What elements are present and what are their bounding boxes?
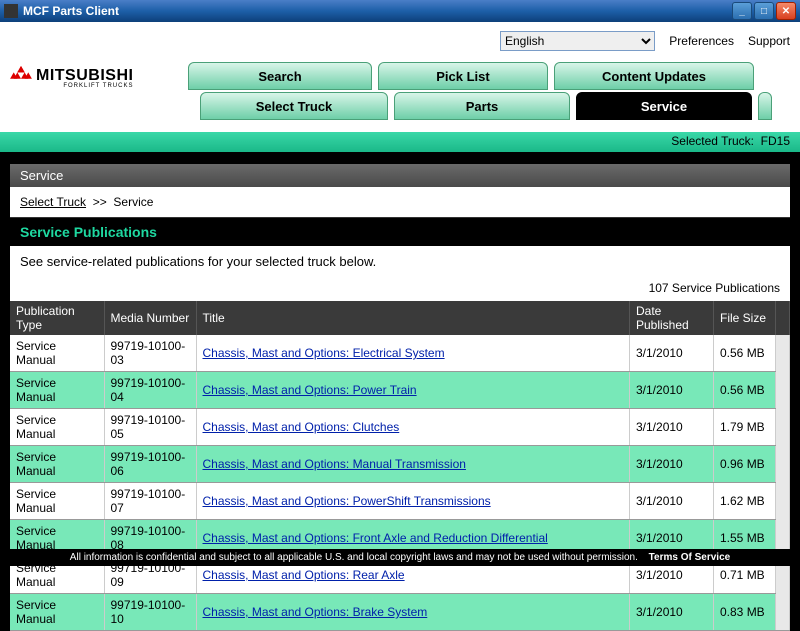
publications-table: Publication Type Media Number Title Date… bbox=[10, 301, 790, 631]
cell-date: 3/1/2010 bbox=[630, 483, 714, 520]
footer: All information is confidential and subj… bbox=[0, 549, 800, 566]
maximize-button[interactable]: □ bbox=[754, 2, 774, 20]
table-row[interactable]: Service Manual99719-10100-06 Chassis, Mas… bbox=[10, 446, 790, 483]
cell-filesize: 0.56 MB bbox=[714, 335, 776, 372]
cell-media-number: 99719-10100-05 bbox=[104, 409, 196, 446]
cell-title: Chassis, Mast and Options: Power Train bbox=[196, 372, 630, 409]
cell-filesize: 1.79 MB bbox=[714, 409, 776, 446]
cell-filesize: 0.56 MB bbox=[714, 372, 776, 409]
breadcrumb: Select Truck >> Service bbox=[10, 187, 790, 217]
cell-publication-type: Service Manual bbox=[10, 372, 104, 409]
cell-media-number: 99719-10100-04 bbox=[104, 372, 196, 409]
title-bar: MCF Parts Client _ □ ✕ bbox=[0, 0, 800, 22]
table-row[interactable]: Service Manual99719-10100-04 Chassis, Mas… bbox=[10, 372, 790, 409]
tab-overflow[interactable] bbox=[758, 92, 772, 120]
scrollbar[interactable] bbox=[776, 335, 790, 631]
tab-pick-list[interactable]: Pick List bbox=[378, 62, 548, 90]
tab-service[interactable]: Service bbox=[576, 92, 752, 120]
publication-link[interactable]: Chassis, Mast and Options: Brake System bbox=[203, 605, 428, 619]
preferences-link[interactable]: Preferences bbox=[669, 34, 734, 48]
cell-title: Chassis, Mast and Options: Manual Transm… bbox=[196, 446, 630, 483]
cell-media-number: 99719-10100-03 bbox=[104, 335, 196, 372]
cell-media-number: 99719-10100-10 bbox=[104, 594, 196, 631]
selected-truck-value: FD15 bbox=[761, 134, 790, 148]
table-row[interactable]: Service Manual99719-10100-05 Chassis, Mas… bbox=[10, 409, 790, 446]
panel-title: Service bbox=[10, 164, 790, 187]
section-header: Service Publications bbox=[10, 217, 790, 246]
cell-filesize: 0.96 MB bbox=[714, 446, 776, 483]
table-row[interactable]: Service Manual99719-10100-10 Chassis, Mas… bbox=[10, 594, 790, 631]
cell-publication-type: Service Manual bbox=[10, 335, 104, 372]
cell-date: 3/1/2010 bbox=[630, 409, 714, 446]
cell-publication-type: Service Manual bbox=[10, 594, 104, 631]
col-publication-type[interactable]: Publication Type bbox=[10, 301, 104, 335]
footer-text: All information is confidential and subj… bbox=[70, 552, 638, 563]
app-icon bbox=[4, 4, 18, 18]
selected-truck-label: Selected Truck: bbox=[671, 134, 754, 148]
cell-filesize: 0.83 MB bbox=[714, 594, 776, 631]
window-title: MCF Parts Client bbox=[23, 4, 730, 18]
cell-filesize: 1.62 MB bbox=[714, 483, 776, 520]
logo-brand-text: MITSUBISHI bbox=[36, 67, 133, 85]
minimize-button[interactable]: _ bbox=[732, 2, 752, 20]
language-select[interactable]: English bbox=[500, 31, 655, 51]
col-date-published[interactable]: Date Published bbox=[630, 301, 714, 335]
publication-link[interactable]: Chassis, Mast and Options: Manual Transm… bbox=[203, 457, 466, 471]
table-row[interactable]: Service Manual99719-10100-03 Chassis, Mas… bbox=[10, 335, 790, 372]
cell-title: Chassis, Mast and Options: PowerShift Tr… bbox=[196, 483, 630, 520]
cell-title: Chassis, Mast and Options: Electrical Sy… bbox=[196, 335, 630, 372]
cell-date: 3/1/2010 bbox=[630, 335, 714, 372]
scrollbar-header bbox=[776, 301, 790, 335]
tab-content-updates[interactable]: Content Updates bbox=[554, 62, 754, 90]
cell-publication-type: Service Manual bbox=[10, 483, 104, 520]
cell-title: Chassis, Mast and Options: Brake System bbox=[196, 594, 630, 631]
tab-parts[interactable]: Parts bbox=[394, 92, 570, 120]
logo: MITSUBISHI FORKLIFT TRUCKS bbox=[10, 62, 180, 89]
tab-select-truck[interactable]: Select Truck bbox=[200, 92, 388, 120]
publication-count: 107 Service Publications bbox=[10, 277, 790, 301]
header-area: English Preferences Support MITSUBISHI F… bbox=[0, 22, 800, 132]
section-description: See service-related publications for you… bbox=[10, 246, 790, 277]
col-file-size[interactable]: File Size bbox=[714, 301, 776, 335]
tab-search[interactable]: Search bbox=[188, 62, 372, 90]
publication-link[interactable]: Chassis, Mast and Options: Clutches bbox=[203, 420, 400, 434]
cell-publication-type: Service Manual bbox=[10, 409, 104, 446]
cell-date: 3/1/2010 bbox=[630, 594, 714, 631]
cell-date: 3/1/2010 bbox=[630, 446, 714, 483]
support-link[interactable]: Support bbox=[748, 34, 790, 48]
cell-media-number: 99719-10100-07 bbox=[104, 483, 196, 520]
publication-link[interactable]: Chassis, Mast and Options: Rear Axle bbox=[203, 568, 405, 582]
publication-link[interactable]: Chassis, Mast and Options: Electrical Sy… bbox=[203, 346, 445, 360]
cell-date: 3/1/2010 bbox=[630, 372, 714, 409]
breadcrumb-select-truck[interactable]: Select Truck bbox=[20, 195, 86, 209]
terms-link[interactable]: Terms Of Service bbox=[649, 552, 731, 563]
selected-truck-bar: Selected Truck: FD15 bbox=[0, 132, 800, 152]
cell-publication-type: Service Manual bbox=[10, 446, 104, 483]
close-button[interactable]: ✕ bbox=[776, 2, 796, 20]
publication-link[interactable]: Chassis, Mast and Options: Front Axle an… bbox=[203, 531, 548, 545]
col-media-number[interactable]: Media Number bbox=[104, 301, 196, 335]
mitsubishi-icon bbox=[10, 66, 32, 89]
breadcrumb-current: Service bbox=[113, 195, 153, 209]
col-title[interactable]: Title bbox=[196, 301, 630, 335]
publication-link[interactable]: Chassis, Mast and Options: PowerShift Tr… bbox=[203, 494, 491, 508]
cell-media-number: 99719-10100-06 bbox=[104, 446, 196, 483]
table-row[interactable]: Service Manual99719-10100-07 Chassis, Mas… bbox=[10, 483, 790, 520]
publication-link[interactable]: Chassis, Mast and Options: Power Train bbox=[203, 383, 417, 397]
cell-title: Chassis, Mast and Options: Clutches bbox=[196, 409, 630, 446]
